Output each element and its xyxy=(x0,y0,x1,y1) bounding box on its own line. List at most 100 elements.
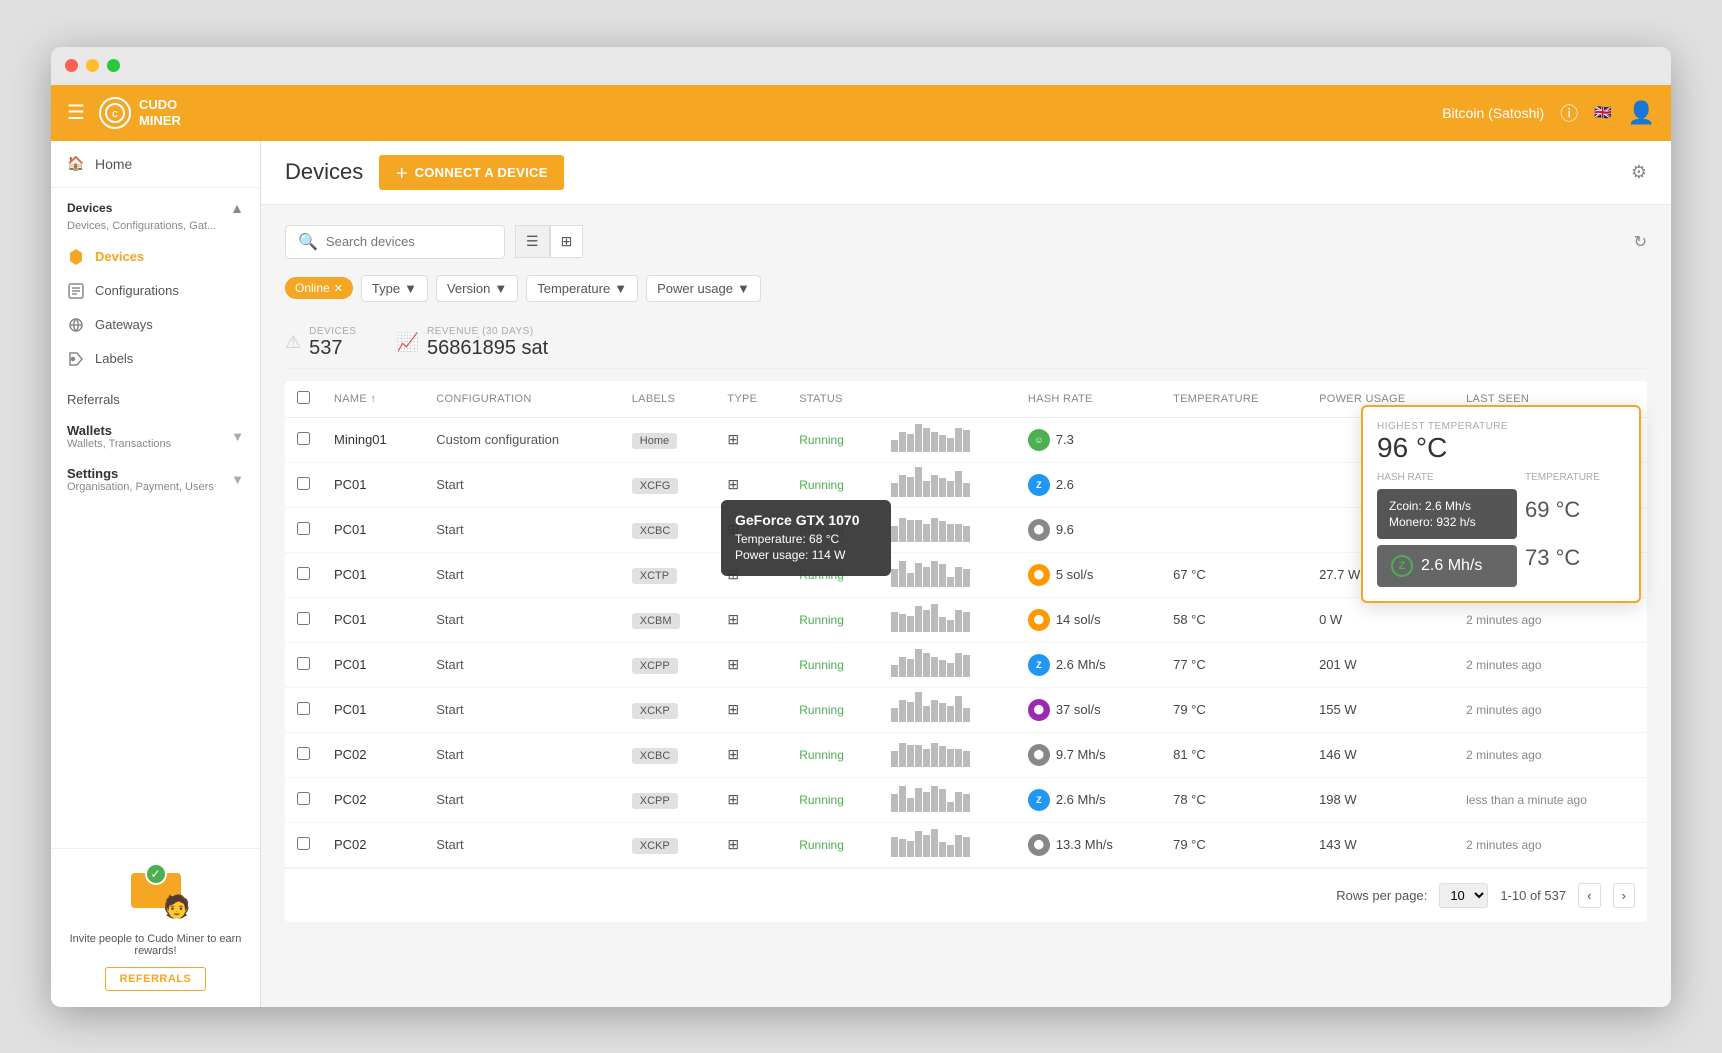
table-row: PC01 Start XCKP ⊞ Running ⬤ 37 sol/s 79 … xyxy=(285,687,1647,732)
minimize-dot[interactable] xyxy=(86,59,99,72)
row-label: XCPP xyxy=(620,777,716,822)
row-hashrate: ⬤ 13.3 Mh/s xyxy=(1016,822,1161,867)
referrals-button[interactable]: REFERRALS xyxy=(105,967,207,991)
flag-icon[interactable]: 🇬🇧 xyxy=(1594,104,1611,121)
row-label: XCKP xyxy=(620,687,716,732)
maximize-dot[interactable] xyxy=(107,59,120,72)
row-checkbox[interactable] xyxy=(297,567,310,580)
row-power: 146 W xyxy=(1307,732,1454,777)
row-label: XCBC xyxy=(620,507,716,552)
refresh-button[interactable]: ↻ xyxy=(1634,232,1647,252)
help-icon[interactable]: ⓘ xyxy=(1560,100,1578,126)
row-checkbox[interactable] xyxy=(297,477,310,490)
sidebar-gateways-label: Gateways xyxy=(95,317,153,332)
filters-bar: Online ✕ Type ▼ Version ▼ Temperature xyxy=(285,275,1647,302)
logo: C CUDOMINER xyxy=(99,97,181,129)
row-power: 201 W xyxy=(1307,642,1454,687)
row-config: Start xyxy=(424,462,620,507)
user-icon[interactable]: 👤 xyxy=(1628,100,1655,126)
row-graph xyxy=(879,732,1016,777)
monero-label: Monero: 932 h/s xyxy=(1389,515,1505,529)
row-checkbox[interactable] xyxy=(297,837,310,850)
row-checkbox[interactable] xyxy=(297,747,310,760)
row-hashrate: Z 2.6 Mh/s xyxy=(1016,642,1161,687)
plus-icon: ＋ xyxy=(395,163,408,182)
filter-online[interactable]: Online ✕ xyxy=(285,277,353,299)
table-row: PC01 Start XCBM ⊞ Running ⬤ 14 sol/s 58 … xyxy=(285,597,1647,642)
col-name[interactable]: Name ↑ xyxy=(322,381,424,418)
select-all-checkbox[interactable] xyxy=(297,391,310,404)
col-configuration[interactable]: Configuration xyxy=(424,381,620,418)
row-checkbox[interactable] xyxy=(297,702,310,715)
sidebar-section-collapse[interactable]: ▲ xyxy=(230,200,244,216)
row-hashrate: ☺ 7.3 xyxy=(1016,417,1161,462)
col-labels[interactable]: Labels xyxy=(620,381,716,418)
row-type: ⊞ xyxy=(715,552,787,597)
grid-view-button[interactable]: ⊞ xyxy=(550,225,584,258)
close-dot[interactable] xyxy=(65,59,78,72)
page-header: Devices ＋ CONNECT A DEVICE ⚙ xyxy=(261,141,1671,205)
row-graph xyxy=(879,822,1016,867)
settings-button[interactable]: ⚙ xyxy=(1631,162,1647,183)
sidebar-item-configurations[interactable]: Configurations xyxy=(51,274,260,308)
filter-power-usage[interactable]: Power usage ▼ xyxy=(646,275,761,302)
settings-expand[interactable]: ▼ xyxy=(231,472,244,487)
row2-temp: 73 °C xyxy=(1525,531,1625,585)
sidebar-item-settings[interactable]: Settings Organisation, Payment, Users ▼ xyxy=(51,458,260,501)
labels-icon xyxy=(67,350,85,368)
sidebar-item-labels[interactable]: Labels xyxy=(51,342,260,376)
col-status: Status xyxy=(787,381,878,418)
row-label: XCKP xyxy=(620,822,716,867)
row-temp: 81 °C xyxy=(1161,732,1307,777)
row-temp: 78 °C xyxy=(1161,777,1307,822)
row-name: Mining01 xyxy=(322,417,424,462)
row-lastseen: 2 minutes ago xyxy=(1454,732,1647,777)
next-page-button[interactable]: › xyxy=(1613,883,1635,908)
hamburger-menu[interactable]: ☰ xyxy=(67,100,85,125)
zcoin-icon: Z xyxy=(1391,555,1413,577)
row-checkbox[interactable] xyxy=(297,792,310,805)
sidebar-item-referrals[interactable]: Referrals xyxy=(51,384,260,415)
row-hashrate: Z 2.6 Mh/s xyxy=(1016,777,1161,822)
sidebar-item-gateways[interactable]: Gateways xyxy=(51,308,260,342)
sidebar-configurations-label: Configurations xyxy=(95,283,179,298)
col-type[interactable]: Type xyxy=(715,381,787,418)
zcoin-hashrate-box: Zcoin: 2.6 Mh/s Monero: 932 h/s xyxy=(1377,489,1517,539)
sidebar-settings-label: Settings xyxy=(67,466,214,481)
wallets-expand[interactable]: ▼ xyxy=(231,429,244,444)
filter-version[interactable]: Version ▼ xyxy=(436,275,518,302)
col-hashrate[interactable]: Hash rate xyxy=(1016,381,1161,418)
row-graph xyxy=(879,507,1016,552)
temp-col-label: Temperature xyxy=(1525,472,1625,483)
row-graph xyxy=(879,777,1016,822)
devices-stat-label: DEVICES xyxy=(309,326,356,337)
connect-device-button[interactable]: ＋ CONNECT A DEVICE xyxy=(379,155,563,190)
row-hashrate: Z 2.6 xyxy=(1016,462,1161,507)
rows-per-page-select[interactable]: 10 25 50 xyxy=(1439,883,1488,908)
row-checkbox[interactable] xyxy=(297,522,310,535)
table-row: PC01 Start XCPP ⊞ Running Z 2.6 Mh/s 77 … xyxy=(285,642,1647,687)
row-lastseen: 2 minutes ago xyxy=(1454,687,1647,732)
row-graph xyxy=(879,642,1016,687)
row-checkbox[interactable] xyxy=(297,432,310,445)
sidebar-home-label: Home xyxy=(95,156,132,172)
row-config: Start xyxy=(424,507,620,552)
row-config: Start xyxy=(424,777,620,822)
sidebar-item-wallets[interactable]: Wallets Wallets, Transactions ▼ xyxy=(51,415,260,458)
row-checkbox[interactable] xyxy=(297,657,310,670)
row-checkbox[interactable] xyxy=(297,612,310,625)
sidebar-item-home[interactable]: 🏠 Home xyxy=(51,141,260,188)
search-input[interactable] xyxy=(326,234,492,249)
filter-type[interactable]: Type ▼ xyxy=(361,275,428,302)
row-graph xyxy=(879,417,1016,462)
sidebar-wallets-sub: Wallets, Transactions xyxy=(67,438,171,450)
sidebar-referrals-label: Referrals xyxy=(67,392,120,407)
remove-online-filter[interactable]: ✕ xyxy=(334,282,343,295)
coin-icon: ⬤ xyxy=(1028,744,1050,766)
col-temperature[interactable]: Temperature xyxy=(1161,381,1307,418)
prev-page-button[interactable]: ‹ xyxy=(1578,883,1600,908)
sidebar-item-devices[interactable]: Devices xyxy=(51,240,260,274)
filter-temperature[interactable]: Temperature ▼ xyxy=(526,275,638,302)
list-view-button[interactable]: ☰ xyxy=(515,225,550,258)
row-type: ⊞ xyxy=(715,732,787,777)
